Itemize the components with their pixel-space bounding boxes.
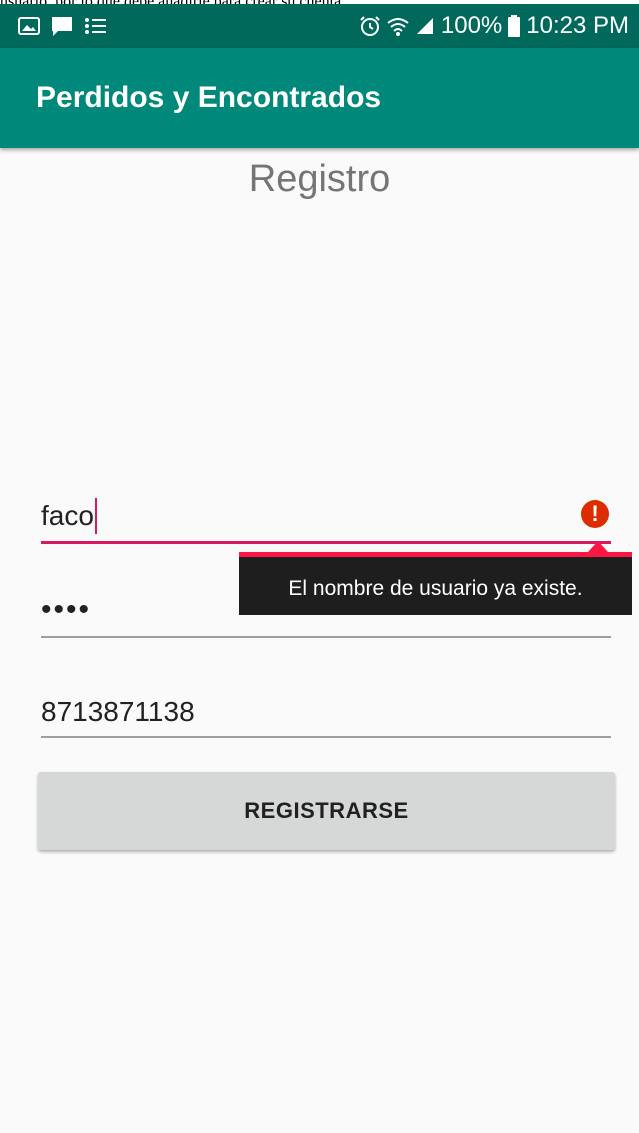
username-value: faco — [41, 500, 94, 531]
app-bar: Perdidos y Encontrados — [0, 48, 639, 148]
password-field[interactable]: •••• — [41, 590, 611, 638]
chat-icon — [50, 15, 74, 37]
battery-icon — [508, 15, 521, 37]
signal-icon — [415, 16, 435, 36]
list-icon — [84, 16, 106, 36]
wifi-icon — [387, 15, 409, 37]
tooltip-arrow — [588, 541, 608, 552]
username-underline — [41, 541, 611, 544]
error-icon[interactable]: ! — [581, 500, 609, 528]
password-input[interactable]: •••• — [41, 590, 611, 630]
register-button[interactable]: REGISTRARSE — [38, 772, 615, 850]
battery-percent: 100% — [440, 12, 503, 39]
phone-field[interactable]: 8713871138 — [41, 692, 611, 738]
password-underline — [41, 636, 611, 638]
phone-input[interactable]: 8713871138 — [41, 692, 611, 732]
username-input[interactable]: faco — [41, 496, 611, 536]
clock: 10:23 PM — [526, 12, 629, 39]
image-icon — [18, 17, 40, 35]
alarm-icon — [359, 15, 381, 37]
text-cursor — [94, 497, 97, 534]
password-value: •••• — [41, 593, 92, 626]
username-field[interactable]: faco ! — [41, 496, 611, 544]
phone-underline — [41, 736, 611, 738]
page-title: Registro — [248, 158, 391, 200]
notification-icons — [18, 4, 106, 48]
system-status: 100% 10:23 PM — [359, 4, 629, 48]
status-bar: 100% 10:23 PM — [0, 4, 639, 48]
app-title: Perdidos y Encontrados — [36, 81, 382, 114]
